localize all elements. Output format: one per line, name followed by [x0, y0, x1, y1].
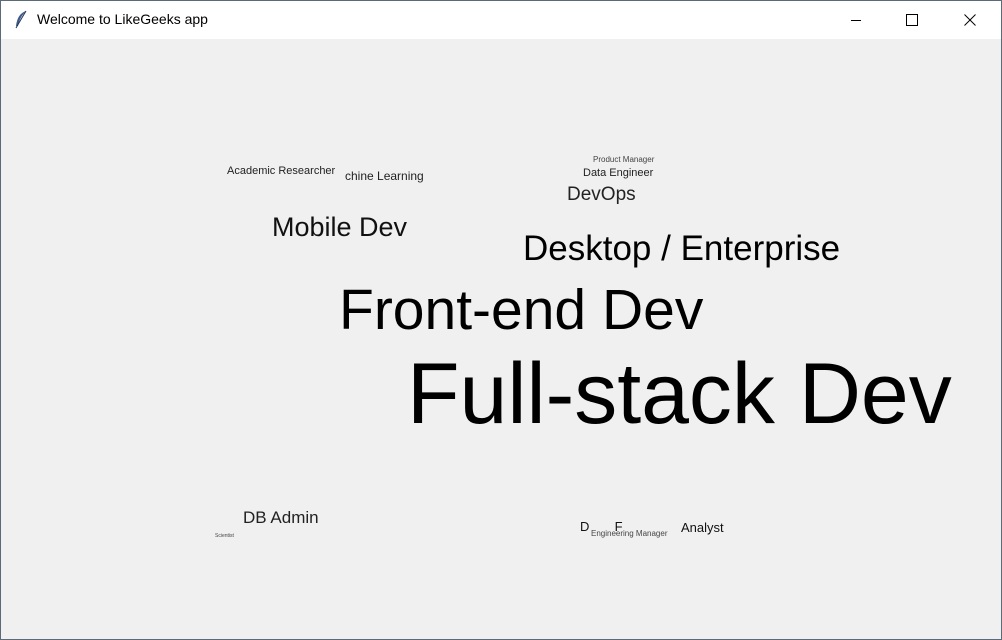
word-product-manager: Product Manager — [593, 155, 655, 164]
word-db-admin: DB Admin — [243, 508, 319, 527]
word-data-engineer: Data Engineer — [583, 167, 654, 179]
word-desktop-enterprise: Desktop / Enterprise — [523, 229, 841, 268]
minimize-button[interactable] — [833, 1, 879, 39]
word-scientist: Scientist — [215, 533, 234, 539]
close-icon — [964, 14, 976, 26]
word-engineering-manager: Engineering Manager — [591, 529, 668, 538]
window-title: Welcome to LikeGeeks app — [37, 11, 208, 27]
close-button[interactable] — [947, 1, 993, 39]
word-mobile-dev: Mobile Dev — [272, 212, 408, 242]
word-devops: DevOps — [567, 184, 636, 205]
word-academic-researcher: Academic Researcher — [227, 165, 336, 177]
word-analyst: Analyst — [681, 520, 724, 535]
feather-icon — [13, 10, 29, 30]
app-window: Welcome to LikeGeeks app Full-stack Dev … — [0, 0, 1002, 640]
title-bar[interactable]: Welcome to LikeGeeks app — [1, 1, 1001, 39]
minimize-icon — [850, 14, 862, 26]
maximize-icon — [906, 14, 918, 26]
word-full-stack: Full-stack Dev — [407, 346, 952, 442]
word-machine-learning: chine Learning — [345, 169, 424, 183]
maximize-button[interactable] — [889, 1, 935, 39]
word-cloud-canvas: Full-stack Dev Front-end Dev Desktop / E… — [1, 39, 1001, 639]
word-front-end: Front-end Dev — [339, 278, 704, 342]
